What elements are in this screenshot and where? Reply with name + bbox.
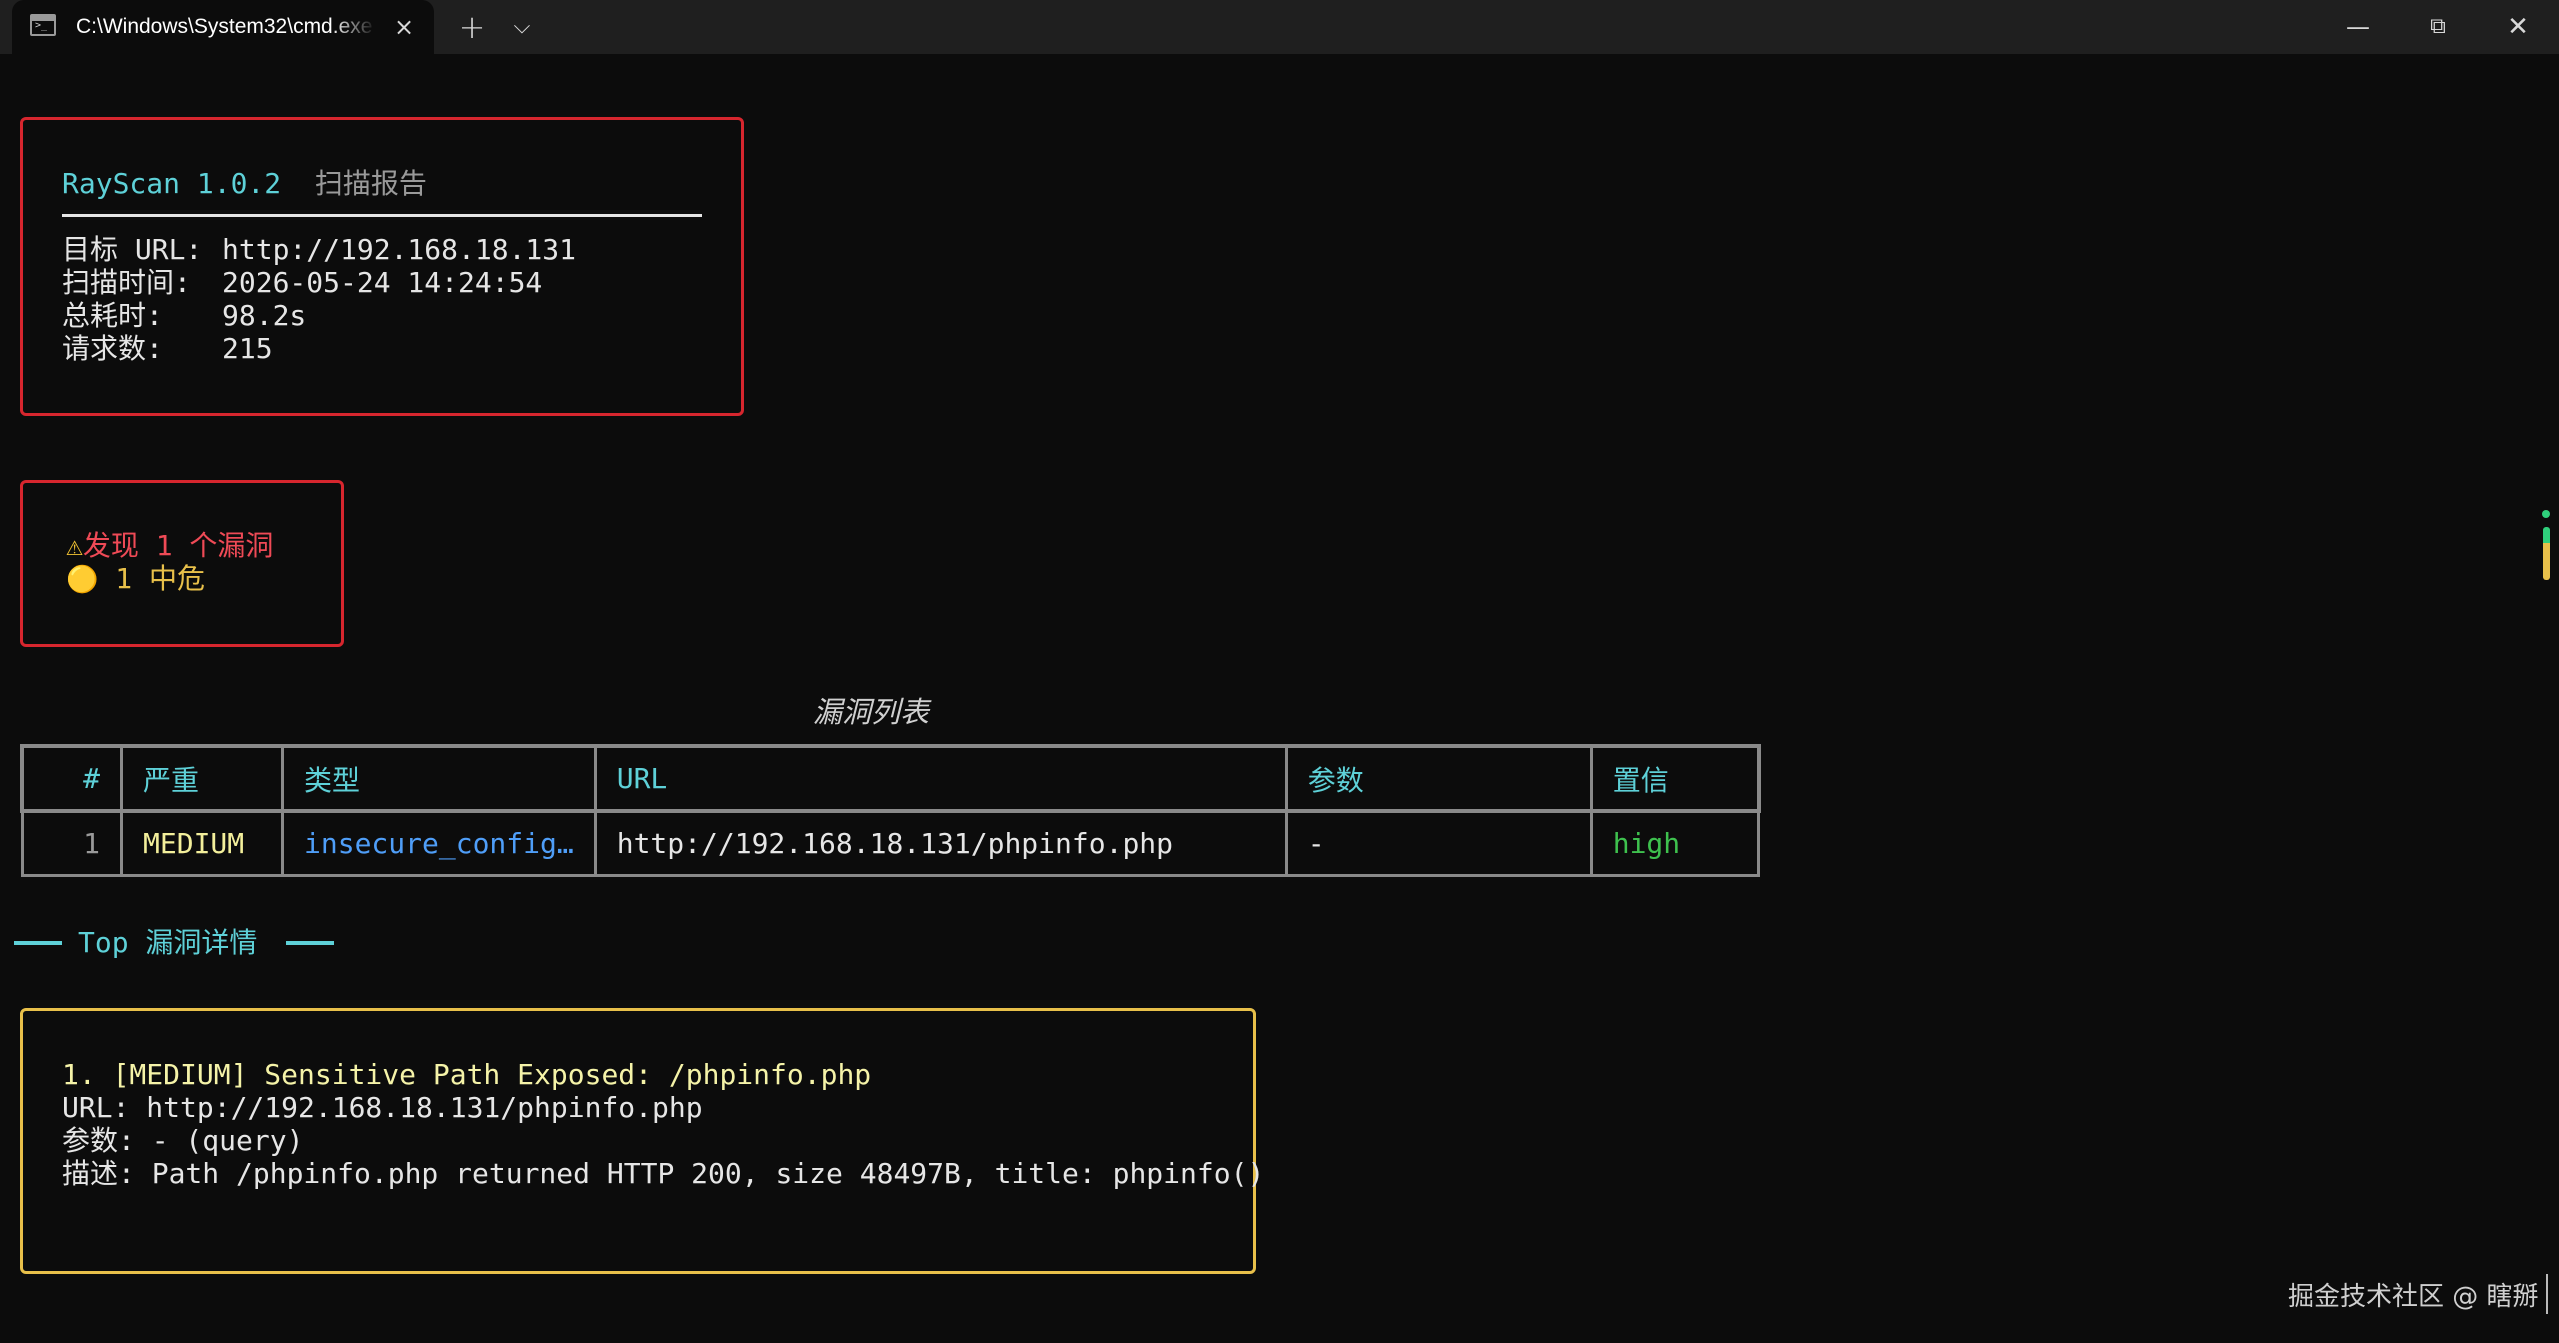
- close-window-button[interactable]: ✕: [2490, 0, 2546, 54]
- report-title: 扫描报告: [314, 167, 427, 200]
- row-number: 1: [20, 809, 123, 877]
- detail-param: 参数: - (query): [62, 1124, 304, 1157]
- scroll-mark-indicator: [2542, 510, 2550, 518]
- target-url-value: http://192.168.18.131: [222, 233, 577, 266]
- row-confidence: high: [1589, 809, 1761, 877]
- text-cursor: [2546, 1274, 2548, 1314]
- detail-title: 1. [MEDIUM] Sensitive Path Exposed: /php…: [62, 1058, 872, 1091]
- header-divider: [62, 214, 702, 217]
- row-severity: MEDIUM: [120, 809, 284, 877]
- watermark-text: 掘金技术社区 @ 瞎掰: [2288, 1282, 2539, 1312]
- details-heading: Top 漏洞详情: [78, 926, 258, 959]
- col-header-url: URL: [593, 744, 1288, 813]
- scan-time-value: 2026-05-24 14:24:54: [222, 266, 543, 299]
- col-header-param: 参数: [1284, 744, 1593, 813]
- app-version: RayScan 1.0.2: [62, 167, 282, 200]
- new-tab-button[interactable]: +: [450, 0, 494, 54]
- row-url: http://192.168.18.131/phpinfo.php: [593, 809, 1288, 877]
- scrollbar-thumb[interactable]: [2543, 527, 2550, 580]
- warning-icon: ⚠: [66, 529, 83, 562]
- requests-label: 请求数:: [62, 332, 163, 365]
- tab-dropdown-chevron-icon[interactable]: ⌵: [500, 0, 544, 54]
- scan-time-label: 扫描时间:: [62, 266, 191, 299]
- duration-label: 总耗时:: [62, 299, 163, 332]
- col-header-number: #: [20, 744, 123, 813]
- found-text: 发现 1 个漏洞: [82, 529, 274, 562]
- section-rule-right: [286, 941, 334, 945]
- col-header-severity: 严重: [120, 744, 284, 813]
- report-title-line: RayScan 1.0.2 扫描报告: [62, 168, 427, 200]
- yellow-circle-icon: 🟡: [66, 565, 99, 595]
- found-line: ⚠发现 1 个漏洞: [66, 530, 273, 562]
- cmd-icon: [30, 14, 56, 36]
- terminal-tab[interactable]: C:\Windows\System32\cmd.exe ×: [12, 0, 434, 54]
- col-header-confidence: 置信: [1589, 744, 1761, 813]
- target-url-label: 目标 URL:: [62, 233, 203, 266]
- medium-count-text: 1 中危: [115, 562, 205, 595]
- minimize-button[interactable]: —: [2330, 0, 2386, 54]
- medium-line: 🟡 1 中危: [66, 563, 205, 596]
- table-caption: 漏洞列表: [813, 695, 930, 729]
- detail-url: URL: http://192.168.18.131/phpinfo.php: [62, 1091, 703, 1124]
- duration-value: 98.2s: [222, 299, 307, 332]
- requests-value: 215: [222, 332, 273, 365]
- table-row: 1 MEDIUM insecure_config… http://192.168…: [20, 809, 1761, 877]
- row-type: insecure_config…: [281, 809, 597, 877]
- col-header-type: 类型: [281, 744, 597, 813]
- section-rule-left: [14, 941, 62, 945]
- detail-description: 描述: Path /phpinfo.php returned HTTP 200,…: [62, 1157, 1265, 1190]
- vulnerability-table: # 严重 类型 URL 参数 置信 1 MEDIUM insecure_conf…: [20, 744, 1761, 877]
- maximize-button[interactable]: ⧉: [2410, 0, 2466, 54]
- tab-close-icon[interactable]: ×: [384, 0, 424, 54]
- title-bar: C:\Windows\System32\cmd.exe × + ⌵ — ⧉ ✕: [0, 0, 2559, 54]
- table-header-row: # 严重 类型 URL 参数 置信: [20, 744, 1761, 813]
- tab-title: C:\Windows\System32\cmd.exe: [76, 15, 373, 38]
- row-param: -: [1284, 809, 1593, 877]
